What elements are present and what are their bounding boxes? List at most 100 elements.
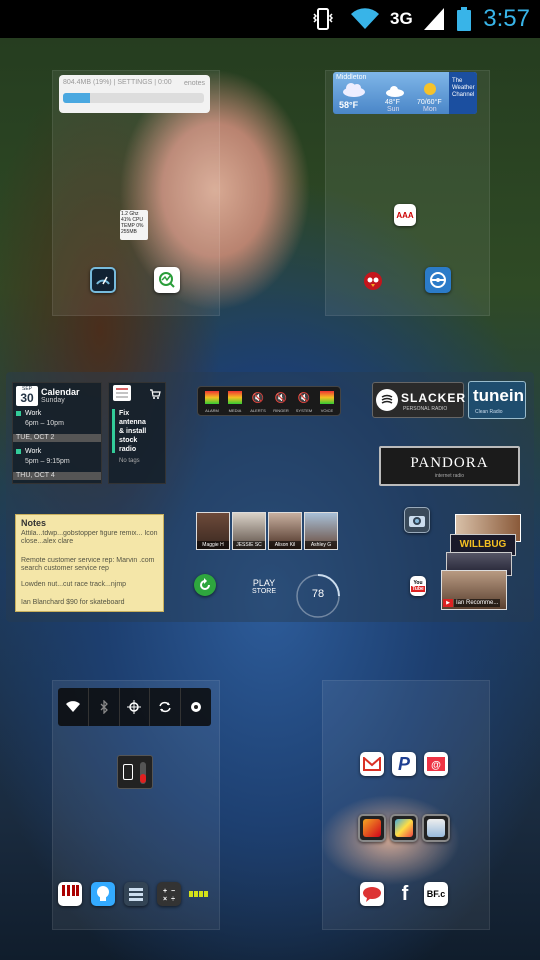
volume-level-bar xyxy=(228,391,242,404)
calculator-app-icon[interactable]: + − × ÷ xyxy=(157,882,181,906)
vibrate-icon xyxy=(312,6,334,32)
dotted-app-icon[interactable] xyxy=(188,884,210,904)
angry-bird-app-icon[interactable] xyxy=(360,267,386,293)
calendar-event-1-name[interactable]: Work xyxy=(25,410,41,418)
contact-photo[interactable]: Ashley G xyxy=(304,512,338,550)
orange-app-icon[interactable] xyxy=(358,814,386,842)
contact-name: Ashley G xyxy=(305,541,337,549)
calendar-date-divider-1: TUE, OCT 2 xyxy=(13,434,101,442)
memory-progress-bar xyxy=(63,93,204,103)
weather-brand-2: Weather xyxy=(452,85,475,91)
contacts-widget: Maggie H JESSIE SC Alison Kil Ashley G xyxy=(196,512,346,550)
play-store-line-2: STORE xyxy=(252,588,276,595)
volume-channel-label: ALERTS xyxy=(250,408,266,413)
phone-icon xyxy=(123,764,133,780)
signal-icon xyxy=(422,6,446,32)
calendar-event-2-time: 5pm – 9:15pm xyxy=(25,458,70,465)
play-store-line-1: PLAY xyxy=(252,578,276,588)
volume-channel-alarm[interactable]: ALARM xyxy=(202,389,222,415)
memory-widget[interactable]: 804.4MB (19%) | SETTINGS | 0:00 enotes xyxy=(59,75,210,113)
calendar-widget[interactable]: SEP 30 Calendar Sunday Work 6pm – 10pm T… xyxy=(12,382,102,484)
task-line-1: Fix xyxy=(119,410,130,417)
task-item-text: Fix antenna & install stock radio xyxy=(119,409,146,454)
play-store-shortcut[interactable]: PLAY STORE xyxy=(252,578,276,596)
youtube-app-icon[interactable]: You Tube xyxy=(410,576,426,596)
chat-app-icon[interactable] xyxy=(360,882,384,906)
news-app-icon[interactable] xyxy=(422,814,450,842)
home-screen: 3G 3:57 804.4MB (19%) | SETTINGS | 0:00 … xyxy=(0,0,540,960)
steering-app-icon[interactable] xyxy=(425,267,451,293)
cpu-widget[interactable]: 1.2 Ghz 41% CPU TEMP 0% 255MB xyxy=(120,210,148,240)
volume-channel-label: SYSTEM xyxy=(295,408,313,413)
camera-app-icon[interactable] xyxy=(404,507,430,533)
calendar-day-number: 30 xyxy=(20,391,34,405)
bluetooth-icon[interactable] xyxy=(89,688,120,726)
weather-widget[interactable]: Middleton 58°F 48°F Sun 70/60°F Mon The … xyxy=(333,72,477,114)
colorful-app-icon[interactable] xyxy=(390,814,418,842)
note-line-4[interactable]: Ian Blanchard $90 for skateboard xyxy=(21,599,161,607)
cart-icon[interactable] xyxy=(149,387,161,405)
facebook-app-icon[interactable]: f xyxy=(393,880,417,908)
volume-channel-media[interactable]: MEDIA xyxy=(225,389,245,415)
slacker-app-icon[interactable]: SLACKER PERSONAL RADIO xyxy=(372,382,465,418)
event-color-marker xyxy=(16,411,21,416)
note-line-1[interactable]: Attila...tdwp...gobstopper figure remix.… xyxy=(21,530,161,546)
svg-text:÷: ÷ xyxy=(171,896,175,902)
volume-channel-ringer[interactable]: 🔇 RINGER xyxy=(271,389,291,415)
calendar-event-2-name[interactable]: Work xyxy=(25,448,41,456)
youtube-mini-icon: ▶ xyxy=(443,599,453,607)
notes-widget[interactable]: Notes Attila...tdwp...gobstopper figure … xyxy=(15,514,164,612)
calendar-weekday: Sunday xyxy=(41,397,65,404)
list-app-icon[interactable] xyxy=(124,882,148,906)
paypal-app-icon[interactable]: P xyxy=(392,752,416,776)
status-bar: 3G 3:57 xyxy=(0,0,540,38)
memory-text: 804.4MB (19%) | SETTINGS | 0:00 xyxy=(63,79,172,86)
volume-channel-label: MEDIA xyxy=(228,408,242,413)
aaa-app-icon[interactable]: AAA xyxy=(394,204,416,226)
note-line-2[interactable]: Remote customer service rep: Marvin .com… xyxy=(21,557,161,573)
sync-icon[interactable] xyxy=(150,688,182,726)
bulb-app-icon[interactable] xyxy=(91,882,115,906)
contact-photo[interactable]: Alison Kil xyxy=(268,512,302,550)
search-chart-app-icon[interactable] xyxy=(154,267,180,293)
weather-location: Middleton xyxy=(336,74,367,81)
task-widget[interactable]: Fix antenna & install stock radio No tag… xyxy=(108,382,166,484)
brightness-icon[interactable] xyxy=(181,688,211,726)
cpu-line-4: 255MB xyxy=(121,229,137,235)
calendar-date-badge: SEP 30 xyxy=(16,386,38,406)
video-thumbnail[interactable]: Ian Recomme... ▶ xyxy=(441,570,507,610)
power-toggles-widget xyxy=(58,688,211,726)
wifi-icon[interactable] xyxy=(58,688,89,726)
volume-channel-system[interactable]: 🔇 SYSTEM xyxy=(294,389,314,415)
temperature-gauge[interactable]: 78 xyxy=(294,572,342,620)
piano-app-icon[interactable] xyxy=(58,882,82,906)
battery-icon xyxy=(456,6,472,32)
volume-widget[interactable]: ALARM MEDIA 🔇 ALERTS 🔇 RINGER 🔇 SYSTEM VOICE xyxy=(197,386,341,416)
volume-channel-label: ALARM xyxy=(205,408,219,413)
wifi-icon xyxy=(350,6,380,32)
weather-day2-label: Mon xyxy=(423,106,437,113)
clock: 3:57 xyxy=(483,5,530,32)
gmail-app-icon[interactable] xyxy=(360,752,384,776)
gps-icon[interactable] xyxy=(120,688,151,726)
bf-app-icon[interactable]: BF.c xyxy=(424,882,448,906)
memory-progress-fill xyxy=(63,93,90,103)
email-app-icon[interactable]: @ xyxy=(424,752,448,776)
contact-photo[interactable]: JESSIE SC xyxy=(232,512,266,550)
phone-toggle-widget[interactable] xyxy=(117,755,153,789)
toggle-switch xyxy=(140,762,146,784)
network-type-label: 3G xyxy=(390,9,413,28)
calendar-title: Calendar xyxy=(41,387,80,397)
volume-level-bar xyxy=(320,391,334,404)
contact-photo[interactable]: Maggie H xyxy=(196,512,230,550)
tunein-app-icon[interactable]: tunein Clean Radio xyxy=(468,381,526,419)
volume-level-bar: 🔇 xyxy=(274,393,288,404)
pandora-sub: internet radio xyxy=(434,473,465,479)
refresh-app-icon[interactable] xyxy=(194,574,216,596)
svg-text:−: − xyxy=(171,888,175,895)
note-line-3[interactable]: Lowden nut...cut race track...njmp xyxy=(21,581,161,589)
volume-channel-voice[interactable]: VOICE xyxy=(317,389,337,415)
volume-channel-alerts[interactable]: 🔇 ALERTS xyxy=(248,389,268,415)
pandora-app-icon[interactable]: PANDORA internet radio xyxy=(379,446,520,486)
speedometer-app-icon[interactable] xyxy=(90,267,116,293)
